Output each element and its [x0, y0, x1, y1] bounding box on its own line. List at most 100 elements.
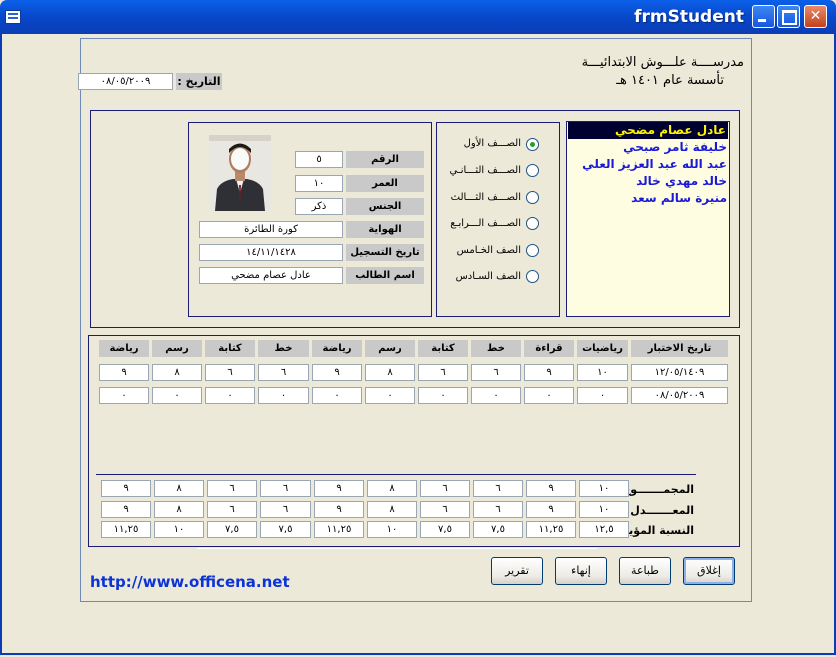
close-window-button[interactable]: ✕	[804, 5, 827, 28]
age-field[interactable]: ١٠	[295, 175, 343, 192]
grade-cell[interactable]: ٦	[205, 364, 255, 381]
grade-cell[interactable]: ٦	[258, 364, 309, 381]
grades-header: رياضة	[312, 340, 362, 357]
title-bar[interactable]: frmStudent ✕	[0, 0, 836, 34]
summary-cell[interactable]: ٦	[473, 501, 523, 518]
grade-cell[interactable]: ٦	[471, 364, 521, 381]
print-button[interactable]: طباعة	[619, 557, 671, 585]
summary-cell[interactable]: ٦	[260, 501, 311, 518]
summary-cell[interactable]: ٧,٥	[420, 521, 470, 538]
summary-cell[interactable]: ٩	[314, 480, 364, 497]
radio-class-5[interactable]	[526, 244, 539, 257]
radio-class-1[interactable]	[526, 138, 539, 151]
student-photo-image	[209, 135, 271, 211]
grade-cell[interactable]: ٠	[471, 387, 521, 404]
grade-cell[interactable]: ٠	[365, 387, 415, 404]
grade-cell[interactable]: ٠	[577, 387, 628, 404]
close-button[interactable]: إغلاق	[683, 557, 735, 585]
summary-cell[interactable]: ٩	[526, 480, 576, 497]
summary-cell[interactable]: ٨	[154, 480, 204, 497]
radio-class-4[interactable]	[526, 217, 539, 230]
summary-cell[interactable]: ٦	[207, 501, 257, 518]
grades-header: قراءة	[524, 340, 574, 357]
form-icon[interactable]	[5, 10, 21, 24]
gender-label: الجنس	[346, 198, 424, 215]
date-field[interactable]: ٠٨/٠٥/٢٠٠٩	[78, 73, 173, 90]
grade-cell[interactable]: ٠٨/٠٥/٢٠٠٩	[631, 387, 728, 404]
student-list-item[interactable]: عادل عصام مضحي	[568, 122, 728, 139]
maximize-button[interactable]	[777, 5, 800, 28]
minimize-button[interactable]	[752, 5, 775, 28]
summary-cell[interactable]: ٧,٥	[260, 521, 311, 538]
summary-cell[interactable]: ٧,٥	[207, 521, 257, 538]
website-link[interactable]: http://www.officena.net	[90, 573, 290, 591]
end-button[interactable]: إنهاء	[555, 557, 607, 585]
grade-cell[interactable]: ٠	[99, 387, 149, 404]
summary-cell[interactable]: ٩	[101, 501, 151, 518]
class-label-4: الصـــف الـــرابـع	[450, 218, 521, 229]
grades-header: خط	[258, 340, 309, 357]
regdate-field[interactable]: ١٤/١١/١٤٢٨	[199, 244, 343, 261]
summary-cell[interactable]: ١٠	[367, 521, 417, 538]
grade-cell[interactable]: ٠	[418, 387, 468, 404]
grade-cell[interactable]: ١٢/٠٥/١٤٠٩	[631, 364, 728, 381]
summary-cell[interactable]: ١٠	[579, 501, 629, 518]
grade-cell[interactable]: ٩	[524, 364, 574, 381]
radio-class-6[interactable]	[526, 270, 539, 283]
summary-cell[interactable]: ١٢,٥	[579, 521, 629, 538]
regdate-label: تاريخ التسجيل	[346, 244, 424, 261]
summary-cell[interactable]: ٩	[526, 501, 576, 518]
grades-header: كتابة	[418, 340, 468, 357]
student-list-item[interactable]: خالد مهدي خالد	[636, 173, 727, 190]
grade-cell[interactable]: ٨	[152, 364, 202, 381]
summary-label-total: المجمـــــــوع	[622, 483, 694, 496]
grades-header: كتابة	[205, 340, 255, 357]
grade-cell[interactable]: ٩	[312, 364, 362, 381]
radio-class-3[interactable]	[526, 191, 539, 204]
summary-cell[interactable]: ١١,٢٥	[101, 521, 151, 538]
grade-cell[interactable]: ٠	[152, 387, 202, 404]
student-list-item[interactable]: خليفة ثامر صبحي	[623, 139, 727, 156]
grade-cell[interactable]: ٩	[99, 364, 149, 381]
summary-cell[interactable]: ٩	[314, 501, 364, 518]
summary-cell[interactable]: ١٠	[154, 521, 204, 538]
summary-cell[interactable]: ٨	[154, 501, 204, 518]
radio-class-2[interactable]	[526, 164, 539, 177]
summary-cell[interactable]: ٩	[101, 480, 151, 497]
summary-cell[interactable]: ٨	[367, 480, 417, 497]
grade-cell[interactable]: ٠	[312, 387, 362, 404]
gender-field[interactable]: ذكر	[295, 198, 343, 215]
summary-cell[interactable]: ١١,٢٥	[314, 521, 364, 538]
student-list[interactable]: عادل عصام مضحي خليفة ثامر صبحي عبد الله …	[566, 121, 730, 317]
hobby-label: الهواية	[346, 221, 424, 238]
grade-cell[interactable]: ١٠	[577, 364, 628, 381]
summary-cell[interactable]: ٦	[420, 501, 470, 518]
grade-cell[interactable]: ٦	[418, 364, 468, 381]
grade-cell[interactable]: ٠	[258, 387, 309, 404]
grade-cell[interactable]: ٠	[524, 387, 574, 404]
summary-label-average: المعـــــــدل	[630, 504, 694, 517]
name-field[interactable]: عادل عصام مضحي	[199, 267, 343, 284]
summary-cell[interactable]: ٦	[473, 480, 523, 497]
summary-cell[interactable]: ٦	[420, 480, 470, 497]
hobby-field[interactable]: كورة الطائرة	[199, 221, 343, 238]
number-field[interactable]: ٥	[295, 151, 343, 168]
class-label-5: الصف الخـامس	[456, 245, 521, 256]
student-list-item[interactable]: عبد الله عبد العزيز العلي	[582, 156, 727, 173]
maximize-icon	[782, 10, 797, 25]
grade-cell[interactable]: ٠	[205, 387, 255, 404]
class-option-group: الصـــف الأول الصـــف الثـــانـي الصـــف…	[436, 122, 560, 317]
class-label-2: الصـــف الثـــانـي	[449, 165, 521, 176]
summary-cell[interactable]: ٧,٥	[473, 521, 523, 538]
grades-header: رياضة	[99, 340, 149, 357]
summary-cell[interactable]: ٨	[367, 501, 417, 518]
student-list-item[interactable]: منيرة سالم سعد	[631, 190, 727, 207]
age-label: العمر	[346, 175, 424, 192]
summary-cell[interactable]: ١٠	[579, 480, 629, 497]
school-founded: تأسسة عام ١٤٠١ هـ	[616, 73, 724, 88]
summary-cell[interactable]: ٦	[207, 480, 257, 497]
grade-cell[interactable]: ٨	[365, 364, 415, 381]
summary-cell[interactable]: ٦	[260, 480, 311, 497]
report-button[interactable]: تقرير	[491, 557, 543, 585]
summary-cell[interactable]: ١١,٢٥	[526, 521, 576, 538]
